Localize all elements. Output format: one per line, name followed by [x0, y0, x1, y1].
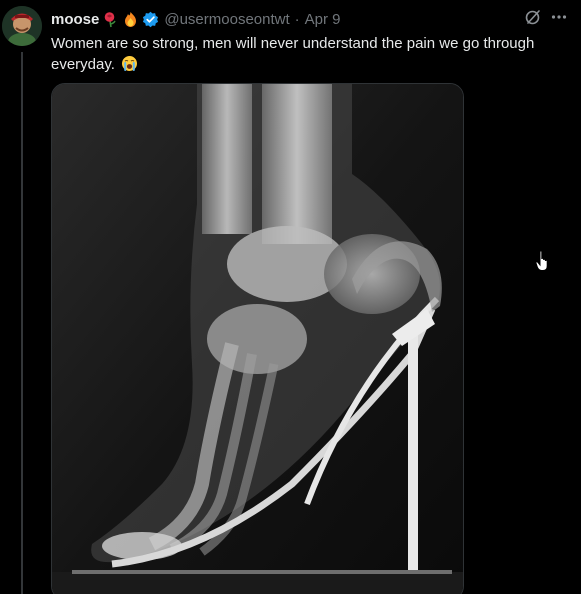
rose-icon — [102, 11, 119, 28]
display-name[interactable]: moose — [51, 11, 99, 28]
more-icon[interactable] — [550, 8, 568, 31]
handle[interactable]: @usermooseontwt — [164, 11, 289, 28]
tweet-date[interactable]: Apr 9 — [305, 11, 341, 28]
grok-icon[interactable] — [524, 8, 542, 31]
avatar[interactable] — [2, 6, 42, 46]
fire-icon — [122, 11, 139, 28]
separator: · — [294, 10, 300, 28]
verified-badge-icon — [142, 11, 159, 28]
tweet-header: moose @usermooseontwt · Apr 9 — [51, 9, 341, 29]
mouse-cursor-icon — [535, 250, 551, 272]
thread-line — [21, 52, 23, 594]
tweet[interactable]: moose @usermooseontwt · Apr 9 Women are … — [0, 0, 581, 594]
tweet-text: Women are so strong, men will never unde… — [51, 33, 571, 75]
tweet-actions — [524, 9, 568, 29]
tweet-media-image[interactable] — [51, 83, 464, 594]
loudly-crying-face-icon — [121, 55, 138, 72]
